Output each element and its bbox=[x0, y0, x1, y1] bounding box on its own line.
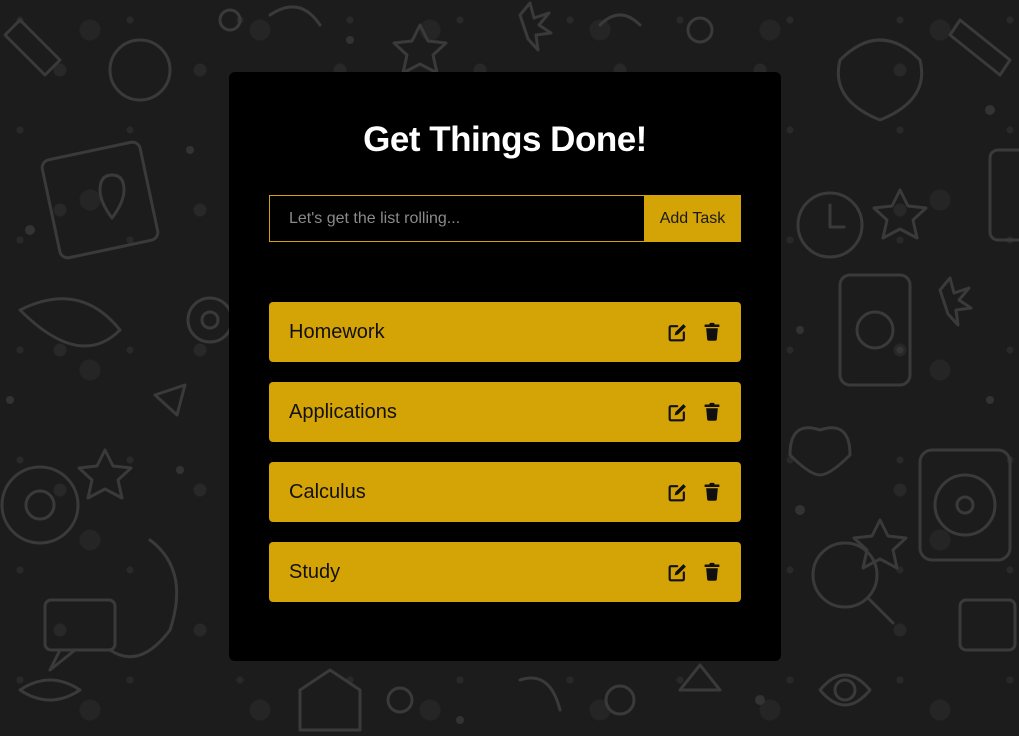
task-item: Calculus bbox=[269, 462, 741, 522]
task-input[interactable] bbox=[269, 195, 644, 242]
add-task-form: Add Task bbox=[269, 195, 741, 242]
edit-icon[interactable] bbox=[668, 482, 688, 502]
add-task-button[interactable]: Add Task bbox=[644, 195, 741, 242]
task-label: Homework bbox=[289, 320, 385, 343]
edit-icon[interactable] bbox=[668, 402, 688, 422]
edit-icon[interactable] bbox=[668, 322, 688, 342]
task-item: Study bbox=[269, 542, 741, 602]
task-label: Study bbox=[289, 560, 341, 583]
trash-icon[interactable] bbox=[702, 562, 722, 582]
task-actions bbox=[668, 402, 722, 422]
task-item: Applications bbox=[269, 382, 741, 442]
task-list: Homework Applications Calculus Study bbox=[269, 302, 741, 622]
trash-icon[interactable] bbox=[702, 402, 722, 422]
edit-icon[interactable] bbox=[668, 562, 688, 582]
task-actions bbox=[668, 322, 722, 342]
task-actions bbox=[668, 562, 722, 582]
task-item: Homework bbox=[269, 302, 741, 362]
trash-icon[interactable] bbox=[702, 322, 722, 342]
page-title: Get Things Done! bbox=[363, 120, 647, 159]
task-actions bbox=[668, 482, 722, 502]
todo-card: Get Things Done! Add Task Homework Appli… bbox=[229, 72, 781, 661]
trash-icon[interactable] bbox=[702, 482, 722, 502]
task-label: Calculus bbox=[289, 480, 366, 503]
task-label: Applications bbox=[289, 400, 397, 423]
